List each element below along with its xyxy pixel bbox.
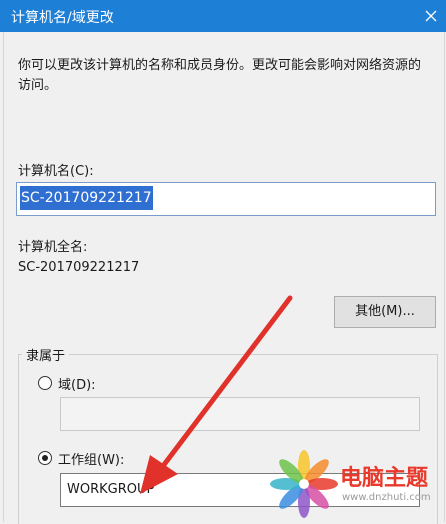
red-arrow — [140, 295, 293, 494]
watermark-url: www.dnzhuti.com — [342, 492, 431, 503]
watermark-text: 电脑主题 — [340, 466, 429, 491]
flower-icon — [270, 450, 338, 518]
watermark-logo: 电脑主题 www.dnzhuti.com — [270, 448, 446, 522]
